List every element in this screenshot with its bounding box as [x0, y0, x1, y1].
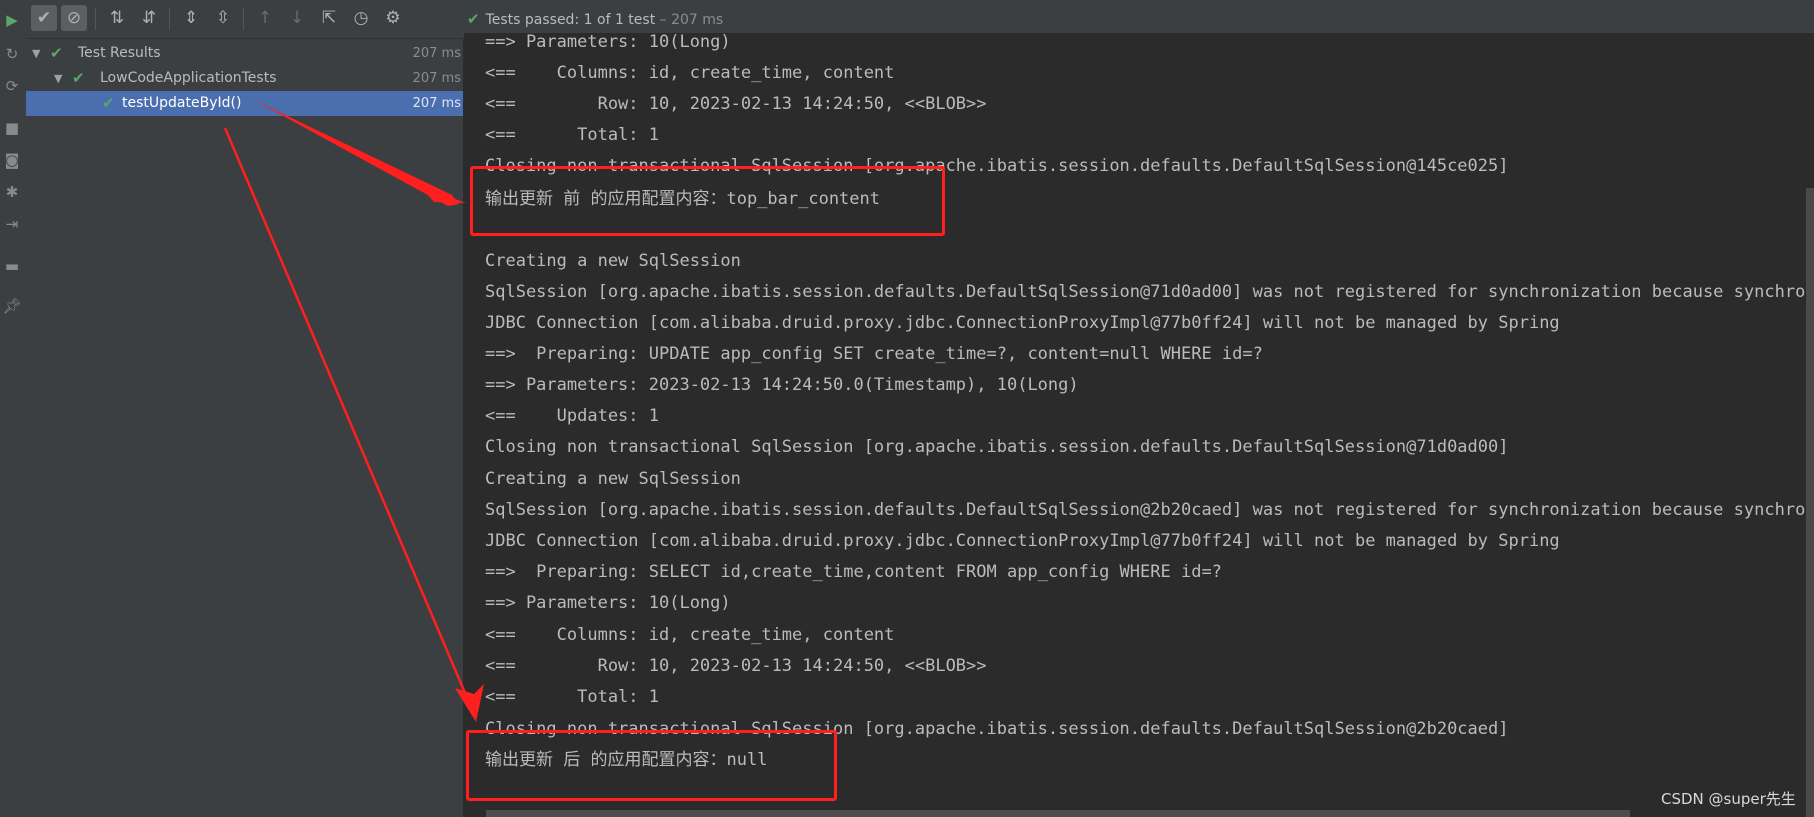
console-line: ==> Preparing: UPDATE app_config SET cre…	[485, 344, 1263, 364]
gear-icon[interactable]: ⚙	[380, 5, 406, 31]
arrow-up-icon[interactable]: ↑	[252, 5, 278, 31]
console-line: <== Columns: id, create_time, content	[485, 625, 895, 645]
console-line: <== Row: 10, 2023-02-13 14:24:50, <<BLOB…	[485, 94, 987, 114]
passed-check-icon: ✔	[72, 69, 85, 87]
watermark: CSDN @super先生	[1661, 790, 1796, 808]
console-line: <== Updates: 1	[485, 406, 659, 426]
test-tree: ▼ ✔ Test Results 207 ms ▼ ✔ LowCodeAppli…	[26, 39, 463, 817]
arrow-down-icon[interactable]: ↓	[284, 5, 310, 31]
highlight-box-after-update	[466, 730, 837, 801]
exit-icon[interactable]: ⇥	[2, 214, 22, 234]
expand-arrow-icon[interactable]: ▼	[32, 41, 40, 66]
console-line: <== Row: 10, 2023-02-13 14:24:50, <<BLOB…	[485, 656, 987, 676]
camera-icon[interactable]: ◙	[2, 150, 22, 170]
tree-item-duration: 207 ms	[412, 96, 461, 111]
console-line: SqlSession [org.apache.ibatis.session.de…	[485, 282, 1814, 302]
tree-item-label: testUpdateById()	[122, 95, 242, 111]
tree-item-test-results[interactable]: ▼ ✔ Test Results 207 ms	[26, 41, 463, 66]
console-line: SqlSession [org.apache.ibatis.session.de…	[485, 500, 1814, 520]
status-prefix: Tests passed:	[485, 12, 580, 28]
passed-check-icon: ✔	[50, 44, 63, 62]
console-line: <== Columns: id, create_time, content	[485, 63, 895, 83]
passed-check-icon: ✔	[467, 10, 480, 28]
highlight-box-before-update	[470, 166, 945, 236]
console-line: JDBC Connection [com.alibaba.druid.proxy…	[485, 313, 1560, 333]
left-tool-strip: ▶ ↻ ⟳ ■ ◙ ✱ ⇥ ▬ 📌︎	[0, 0, 27, 817]
status-duration: 207 ms	[671, 12, 724, 28]
status-passed-count: 1	[583, 12, 593, 28]
status-separator: –	[659, 12, 667, 28]
history-icon[interactable]: ◷	[348, 5, 374, 31]
passed-check-icon: ✔	[102, 94, 115, 112]
sort-duration-icon[interactable]: ⇵	[136, 5, 162, 31]
console-line: JDBC Connection [com.alibaba.druid.proxy…	[485, 531, 1560, 551]
tree-item-label: Test Results	[78, 45, 161, 61]
console-line: ==> Preparing: SELECT id,create_time,con…	[485, 562, 1222, 582]
test-status: ✔ Tests passed: 1 of 1 test – 207 ms	[467, 10, 723, 28]
pin-icon[interactable]: 📌︎	[2, 296, 22, 316]
export-icon[interactable]: ⇱	[316, 5, 342, 31]
rerun-failed-icon[interactable]: ↻	[2, 44, 22, 64]
tree-item-duration: 207 ms	[412, 71, 461, 86]
console-line: Creating a new SqlSession	[485, 251, 741, 271]
horizontal-scrollbar[interactable]	[486, 810, 1630, 817]
console-line: ==> Parameters: 10(Long)	[485, 33, 731, 52]
stop-icon[interactable]: ■	[2, 118, 22, 138]
console-line: <== Total: 1	[485, 125, 659, 145]
console-output[interactable]: ==> Parameters: 10(Long) <== Columns: id…	[464, 33, 1814, 817]
sort-alpha-icon[interactable]: ⇅	[104, 5, 130, 31]
collapse-all-icon[interactable]: ⇳	[210, 5, 236, 31]
expand-all-icon[interactable]: ⇕	[178, 5, 204, 31]
settings-small-icon[interactable]: ✱	[2, 182, 22, 202]
show-ignored-icon[interactable]: ⊘	[61, 5, 87, 31]
console-line: Closing non transactional SqlSession [or…	[485, 437, 1509, 457]
tree-item-test-class[interactable]: ▼ ✔ LowCodeApplicationTests 207 ms	[26, 66, 463, 91]
tree-item-label: LowCodeApplicationTests	[100, 70, 277, 86]
rerun-icon[interactable]: ▶	[2, 10, 22, 30]
console-line: Creating a new SqlSession	[485, 469, 741, 489]
layout-icon[interactable]: ▬	[2, 256, 22, 276]
vertical-scrollbar[interactable]	[1806, 188, 1814, 817]
tree-item-duration: 207 ms	[412, 46, 461, 61]
console-line: ==> Parameters: 2023-02-13 14:24:50.0(Ti…	[485, 375, 1079, 395]
console-line: <== Total: 1	[485, 687, 659, 707]
expand-arrow-icon[interactable]: ▼	[54, 66, 62, 91]
console-line: ==> Parameters: 10(Long)	[485, 593, 731, 613]
tree-item-test-method[interactable]: ✔ testUpdateById() 207 ms	[26, 91, 463, 116]
status-of-text: of 1 test	[597, 12, 656, 28]
toggle-auto-test-icon[interactable]: ⟳	[2, 76, 22, 96]
show-passed-check-icon[interactable]: ✔	[31, 5, 57, 31]
